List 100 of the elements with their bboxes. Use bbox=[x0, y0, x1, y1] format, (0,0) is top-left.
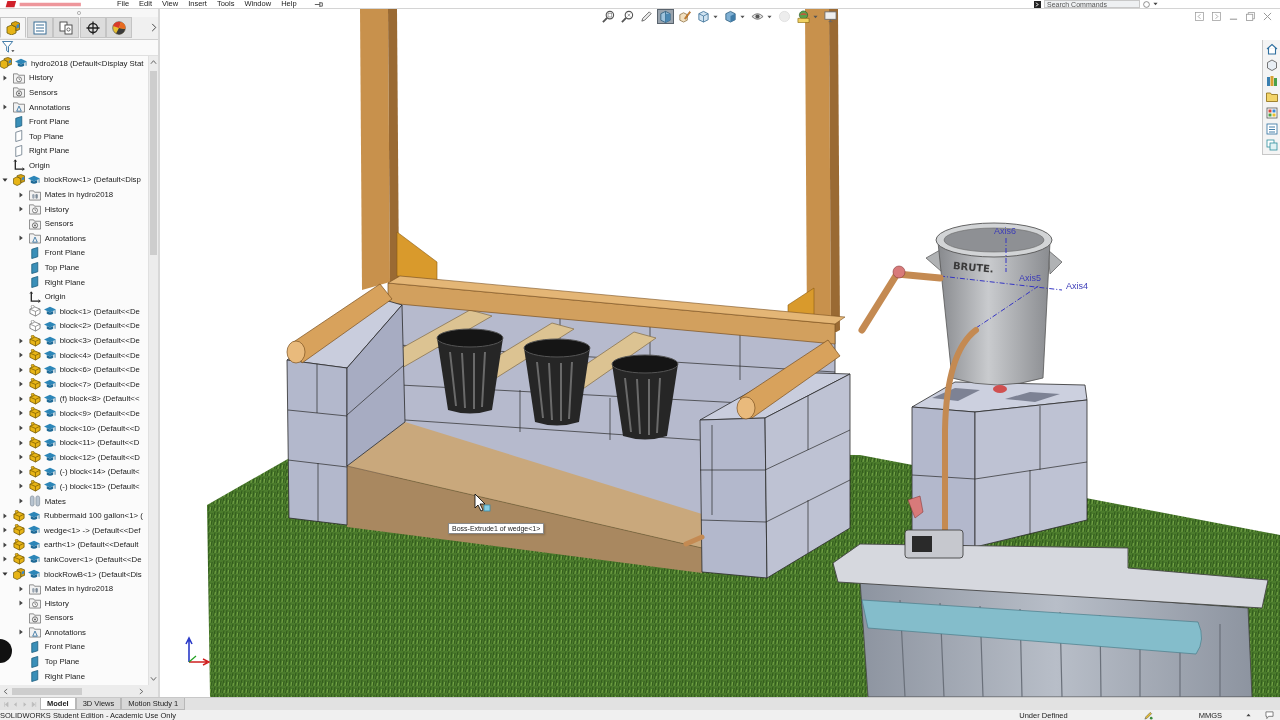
axis-line bbox=[1005, 237, 1007, 273]
scroll-down-icon[interactable] bbox=[150, 676, 157, 682]
pencil-icon[interactable] bbox=[1143, 710, 1153, 720]
expand-arrow-icon[interactable] bbox=[17, 629, 24, 636]
expand-arrow-icon[interactable] bbox=[17, 498, 24, 505]
home-icon[interactable] bbox=[1265, 43, 1278, 55]
palette-icon[interactable] bbox=[1265, 107, 1278, 119]
vertical-scrollbar[interactable] bbox=[148, 55, 158, 685]
collapse-arrow-icon[interactable] bbox=[2, 177, 8, 183]
expand-arrow-icon[interactable] bbox=[17, 468, 24, 475]
expand-arrow-icon[interactable] bbox=[17, 395, 24, 402]
mortarboard-icon bbox=[43, 363, 56, 376]
toolbar-button[interactable] bbox=[638, 9, 655, 24]
mortarboard-icon bbox=[15, 57, 27, 70]
books-icon[interactable] bbox=[1265, 75, 1278, 87]
monitor-icon bbox=[824, 10, 837, 23]
list-icon[interactable] bbox=[1265, 123, 1278, 135]
panel-tab[interactable] bbox=[106, 17, 132, 39]
scroll-up-icon[interactable] bbox=[150, 58, 157, 65]
pencil-cube-icon bbox=[678, 10, 691, 23]
mortarboard-icon bbox=[43, 334, 56, 347]
shaded-cube-icon bbox=[724, 10, 737, 23]
folder-icon[interactable] bbox=[1265, 91, 1278, 103]
pipe-elbow bbox=[892, 265, 906, 279]
expand-arrow-icon[interactable] bbox=[2, 512, 8, 519]
toolbar-button[interactable] bbox=[600, 9, 617, 24]
caret-icon bbox=[740, 14, 745, 19]
eye-icon bbox=[751, 10, 764, 23]
caret-icon[interactable] bbox=[1246, 713, 1251, 717]
documents-icon bbox=[59, 20, 73, 35]
triad-icon bbox=[185, 636, 211, 666]
mortarboard-icon bbox=[28, 538, 40, 551]
toolbar-button[interactable] bbox=[619, 9, 636, 24]
expand-arrow-icon[interactable] bbox=[17, 235, 24, 242]
color-wheel-icon bbox=[112, 20, 126, 35]
toolbar-button[interactable] bbox=[657, 9, 674, 24]
expand-arrow-icon[interactable] bbox=[17, 425, 24, 432]
section-cube-icon bbox=[659, 10, 672, 23]
panel-tab[interactable] bbox=[79, 17, 106, 39]
caret-icon bbox=[713, 14, 718, 19]
funnel-icon[interactable] bbox=[2, 41, 15, 54]
mortarboard-icon bbox=[28, 568, 40, 580]
mortarboard-icon bbox=[43, 392, 56, 405]
cube-icon bbox=[697, 10, 710, 23]
mortarboard-icon bbox=[28, 553, 40, 566]
assembly-icon bbox=[6, 20, 20, 35]
mortarboard-icon bbox=[43, 407, 56, 420]
toolbar-button[interactable] bbox=[695, 9, 720, 24]
collapse-arrow-icon[interactable] bbox=[2, 571, 8, 577]
pipe-stub bbox=[683, 534, 705, 547]
expand-arrow-icon[interactable] bbox=[17, 454, 24, 461]
scroll-right-icon[interactable] bbox=[139, 687, 144, 695]
expand-arrow-icon[interactable] bbox=[17, 337, 24, 344]
toolbar-button[interactable] bbox=[676, 9, 693, 24]
expand-arrow-icon[interactable] bbox=[17, 206, 24, 213]
crosshair-icon bbox=[85, 20, 100, 35]
expand-arrow-icon[interactable] bbox=[17, 483, 24, 490]
pin-icon[interactable] bbox=[313, 0, 324, 8]
mortarboard-icon bbox=[43, 319, 56, 332]
expand-arrow-icon[interactable] bbox=[2, 104, 8, 110]
horizontal-scrollbar[interactable] bbox=[0, 685, 158, 697]
mortarboard-icon bbox=[28, 524, 40, 537]
expand-arrow-icon[interactable] bbox=[2, 556, 8, 563]
hexagon-icon[interactable] bbox=[1265, 59, 1278, 71]
expand-arrow-icon[interactable] bbox=[17, 600, 24, 607]
expand-arrow-icon[interactable] bbox=[17, 191, 24, 198]
close-icon[interactable] bbox=[1263, 12, 1272, 21]
expand-arrow-icon[interactable] bbox=[17, 381, 24, 388]
mortarboard-icon bbox=[28, 509, 40, 522]
list-icon bbox=[32, 20, 47, 35]
caret-icon[interactable] bbox=[1153, 2, 1158, 6]
globe-icon bbox=[797, 10, 810, 23]
scrollbar-thumb[interactable] bbox=[12, 687, 82, 695]
toolbar-button[interactable] bbox=[722, 9, 747, 24]
toolbar-button[interactable] bbox=[795, 9, 820, 24]
expand-arrow-icon[interactable] bbox=[2, 527, 8, 534]
chevron-right-icon[interactable] bbox=[150, 23, 157, 33]
grip-icon[interactable] bbox=[77, 11, 81, 15]
axis-label: Axis5 bbox=[1019, 273, 1041, 283]
chevron-box-icon[interactable] bbox=[1034, 0, 1041, 8]
expand-arrow-icon[interactable] bbox=[17, 439, 24, 446]
scrollbar-thumb[interactable] bbox=[150, 70, 157, 255]
pump bbox=[904, 529, 964, 559]
expand-arrow-icon[interactable] bbox=[2, 74, 8, 81]
scroll-left-icon[interactable] bbox=[3, 687, 8, 695]
expand-arrow-icon[interactable] bbox=[17, 410, 24, 417]
expand-arrow-icon[interactable] bbox=[2, 541, 8, 548]
mortarboard-icon bbox=[28, 174, 40, 186]
caret-icon bbox=[813, 14, 818, 19]
mortarboard-icon bbox=[43, 378, 56, 391]
expand-arrow-icon[interactable] bbox=[17, 585, 24, 592]
mortarboard-icon bbox=[43, 480, 56, 493]
mortarboard-icon bbox=[43, 422, 56, 435]
speech-bubble-icon[interactable] bbox=[1265, 711, 1274, 719]
wood-gusset bbox=[396, 231, 438, 281]
toolbar-button[interactable] bbox=[822, 9, 839, 24]
expand-arrow-icon[interactable] bbox=[17, 366, 24, 373]
expand-arrow-icon[interactable] bbox=[17, 352, 24, 359]
mortarboard-icon bbox=[43, 305, 56, 318]
pipe-elbow bbox=[907, 495, 924, 519]
